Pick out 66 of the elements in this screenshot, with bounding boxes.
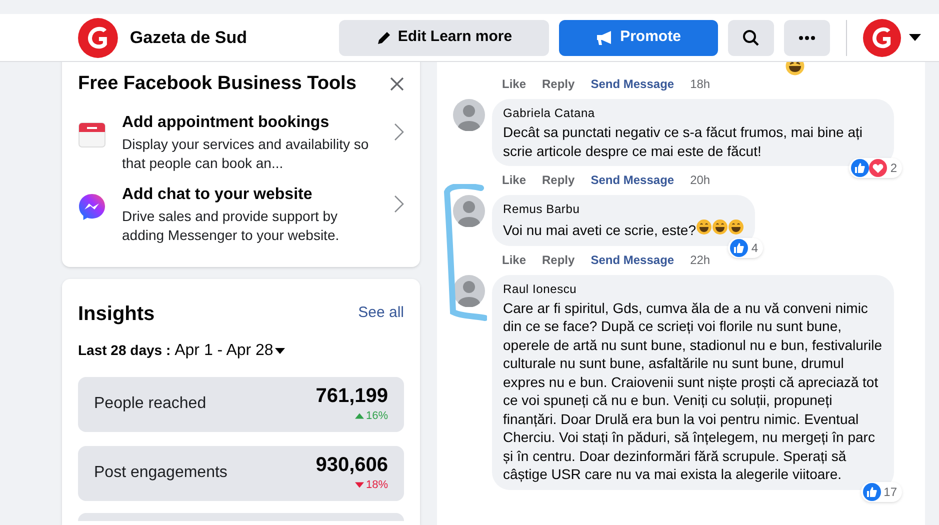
caret-icon (275, 348, 286, 354)
metric-value: 761,199 (316, 384, 388, 408)
comment-text: Care ar fi spiritul, Gds, cumva ăla de a nu vă conveni nimic din ce se face? După ce scrieți voi florile nu sunt bune, operele de artă nu sunt bune, stadionul nu e bun, festivalurile culturale nu sunt bune, asfaltările nu sunt bune, drumul expres nu e bun. Craiovenii sunt niște proști că apreciază tot ce voi spuneți că nu e bun. Veniți cu soluții, propuneți finanțări. Doar Drulă era bun la voi pentru nimic. Eventual Cherciu. Voi stați în păduri, să înțelegem, nu mergeți în parc și în centru. Doar dezinformări fără scrupule. Sperați să câștige USR care nu va mai exista la alegerile viitoare. (503, 298, 883, 484)
send-message-link[interactable]: Send Message (590, 171, 674, 189)
more-button[interactable] (784, 20, 830, 56)
comment-author[interactable]: Raul Ionescu (503, 280, 883, 298)
comment-text: Decât sa punctati negativ ce s-a făcut frumos, mai bine ați scrie articole despre ce mai este de făcut! (503, 123, 864, 160)
like-link[interactable]: Like (502, 250, 526, 268)
messenger-icon (78, 192, 106, 220)
comment-author[interactable]: Remus Barbu (503, 200, 744, 218)
search-button[interactable] (728, 20, 774, 56)
comment-time: 20h (690, 172, 710, 189)
metric-label: People reached (94, 394, 206, 414)
page-name: Gazeta de Sud (130, 26, 248, 49)
metric-label: Post engagements (94, 463, 228, 483)
comment-time: 18h (690, 76, 710, 93)
tool-description: Drive sales and provide support by adding Messenger to your website. (122, 206, 340, 244)
tool-description: Display your services and availability so that people can book an... (122, 134, 370, 172)
see-all-link[interactable]: See all (358, 302, 404, 325)
reaction-count[interactable]: 2 (849, 158, 902, 178)
promote-button[interactable]: Promote (558, 20, 718, 56)
avatar-icon[interactable] (453, 195, 485, 227)
caret-icon (909, 34, 922, 41)
down-triangle-icon (354, 482, 364, 488)
metric-value: 930,606 (316, 452, 388, 477)
close-icon[interactable] (390, 77, 404, 92)
chevron-right-icon (394, 122, 404, 140)
reaction-count[interactable]: 4 (728, 238, 763, 258)
reply-link[interactable]: Reply (542, 171, 575, 189)
like-link[interactable]: Like (502, 75, 526, 93)
laughing-emoji-icon (728, 219, 744, 235)
tool-title: Add chat to your website (122, 184, 314, 204)
comment-time: 22h (690, 252, 710, 268)
metric-tile[interactable]: People reached 761,199 16% (78, 376, 404, 432)
pencil-icon (376, 30, 392, 46)
comment-author[interactable]: Gabriela Catana (503, 104, 883, 122)
edit-button[interactable]: Edit Learn more (339, 20, 549, 56)
calendar-icon (78, 120, 106, 148)
reply-link[interactable]: Reply (542, 250, 575, 268)
search-icon (742, 28, 760, 46)
tool-item[interactable]: Add chat to your website Drive sales and provide support by adding Messenger to your website. (78, 184, 404, 244)
tool-item[interactable]: Add appointment bookings Display your services and availability so that people can book an... (78, 112, 404, 172)
metric-change: 18% (366, 478, 388, 493)
account-button[interactable] (863, 18, 922, 56)
laughing-emoji-icon (712, 219, 728, 235)
chevron-right-icon (394, 194, 404, 212)
laughing-emoji-icon (696, 219, 712, 235)
like-link[interactable]: Like (502, 171, 526, 189)
comment-text: Voi nu mai aveti ce scrie, este? (503, 219, 744, 240)
send-message-link[interactable]: Send Message (590, 250, 674, 268)
tool-title: Add appointment bookings (122, 112, 330, 132)
card-title: Free Facebook Business Tools (78, 72, 356, 96)
avatar-icon[interactable] (453, 99, 485, 131)
avatar-icon (863, 18, 902, 56)
date-range-dropdown[interactable]: Apr 1 - Apr 28 (174, 338, 286, 362)
send-message-link[interactable]: Send Message (590, 75, 674, 93)
card-title: Insights (78, 302, 155, 326)
more-icon (799, 36, 816, 40)
logo-icon (78, 18, 118, 58)
avatar-icon[interactable] (453, 274, 485, 306)
reply-link[interactable]: Reply (542, 75, 575, 93)
up-triangle-icon (354, 413, 364, 419)
reaction-count[interactable]: 17 (860, 482, 902, 502)
period-label: Last 28 days : (78, 341, 171, 360)
metric-tile[interactable]: Post engagements 930,606 18% (78, 446, 404, 500)
metric-change: 16% (366, 408, 388, 424)
